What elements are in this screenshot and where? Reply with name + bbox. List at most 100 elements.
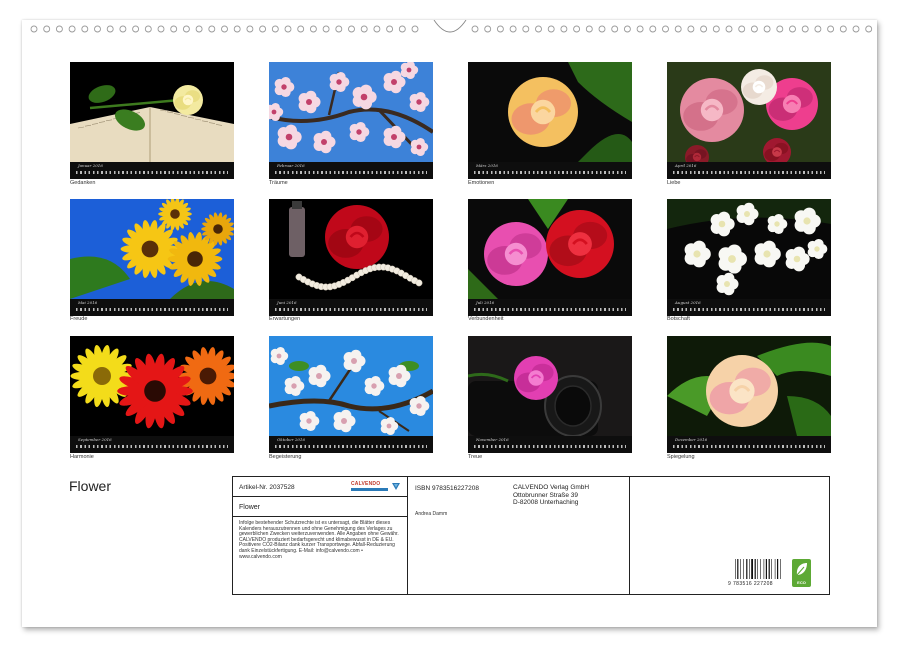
publisher-line: D-82008 Unterhaching — [513, 499, 589, 507]
day-numbers — [673, 445, 825, 448]
day-numbers — [474, 445, 626, 448]
binding-ring — [853, 26, 859, 32]
month-caption: Harmonie — [70, 454, 94, 460]
binding-ring — [510, 26, 516, 32]
month-label: Oktober 2016 — [277, 437, 305, 442]
day-numbers — [76, 171, 228, 174]
month-label: Dezember 2016 — [675, 437, 707, 442]
calendar-strip: April 2016 — [667, 162, 831, 179]
binding-ring — [701, 26, 707, 32]
barcode-bar — [760, 559, 761, 579]
binding-ring — [840, 26, 846, 32]
calendar-strip: Oktober 2016 — [269, 436, 433, 453]
calendar-title: Flower — [69, 478, 111, 494]
month-photo: Mai 2016 — [70, 199, 234, 316]
month-photo: November 2016 — [468, 336, 632, 453]
day-numbers — [275, 308, 427, 311]
month-caption: Begeisterung — [269, 454, 301, 460]
info-right-column: 9 783516 227208 ECO — [630, 477, 829, 594]
month-caption: Verbundenheit — [468, 316, 503, 322]
binding-ring — [764, 26, 770, 32]
binding-ring — [726, 26, 732, 32]
flower-photo — [468, 336, 632, 436]
barcode-bar — [751, 559, 753, 579]
barcode-bar — [766, 559, 767, 579]
binding-ring — [790, 26, 796, 32]
binding-ring — [222, 26, 228, 32]
flower-photo — [667, 62, 831, 162]
month-label: Januar 2016 — [78, 163, 103, 168]
binding-ring — [675, 26, 681, 32]
publisher-line: CALVENDO Verlag GmbH — [513, 484, 589, 492]
brand-name: CALVENDO — [351, 481, 380, 487]
binding-ring — [637, 26, 643, 32]
calendar-sheet: Januar 2016 Gedanken Februar 2016Träume Mär… — [22, 20, 877, 627]
month-label: Juli 2016 — [476, 300, 494, 305]
barcode-bar — [737, 559, 738, 579]
binding-ring — [349, 26, 355, 32]
binding-ring — [536, 26, 542, 32]
month-label: November 2016 — [476, 437, 509, 442]
day-numbers — [673, 171, 825, 174]
barcode-bar — [743, 559, 744, 579]
binding-ring — [56, 26, 62, 32]
info-left-column: Artikel-Nr. 2037528 CALVENDO Flower Info… — [233, 477, 408, 594]
month-label: Mai 2016 — [78, 300, 97, 305]
day-numbers — [275, 445, 427, 448]
binding-ring — [260, 26, 266, 32]
flower-photo — [269, 199, 433, 299]
leaf-icon — [792, 559, 811, 579]
binding-ring — [688, 26, 694, 32]
binding-ring — [272, 26, 278, 32]
binding-ring — [561, 26, 567, 32]
month-caption: Träume — [269, 180, 288, 186]
day-numbers — [474, 171, 626, 174]
month-caption: Gedanken — [70, 180, 95, 186]
day-numbers — [76, 308, 228, 311]
binding-ring — [171, 26, 177, 32]
month-photo: September 2016 — [70, 336, 234, 453]
spiral-binding — [22, 20, 877, 40]
binding-ring — [586, 26, 592, 32]
month-photo: Februar 2016 — [269, 62, 433, 179]
month-caption: Freude — [70, 316, 87, 322]
binding-ring — [777, 26, 783, 32]
barcode-bar — [749, 559, 750, 579]
month-label: September 2016 — [78, 437, 112, 442]
month-caption: Emotionen — [468, 180, 494, 186]
binding-ring — [44, 26, 50, 32]
brand-logo-icon — [391, 481, 401, 491]
month-label: August 2016 — [675, 300, 701, 305]
binding-ring — [209, 26, 215, 32]
binding-ring — [82, 26, 88, 32]
binding-ring — [247, 26, 253, 32]
barcode-bar — [755, 559, 756, 579]
brand-underline — [351, 488, 388, 491]
binding-ring — [663, 26, 669, 32]
binding-ring — [336, 26, 342, 32]
month-caption: Erwartungen — [269, 316, 300, 322]
article-number: Artikel-Nr. 2037528 — [239, 484, 295, 491]
binding-ring — [612, 26, 618, 32]
binding-ring — [751, 26, 757, 32]
binding-ring — [523, 26, 529, 32]
binding-ring — [650, 26, 656, 32]
binding-ring — [183, 26, 189, 32]
month-photo: Juli 2016 — [468, 199, 632, 316]
month-photo: Januar 2016 — [70, 62, 234, 179]
binding-ring — [31, 26, 37, 32]
product-name: Flower — [239, 504, 260, 511]
flower-photo — [70, 199, 234, 299]
calendar-strip: Mai 2016 — [70, 299, 234, 316]
month-photo: August 2016 — [667, 199, 831, 316]
month-photo: März 2016 — [468, 62, 632, 179]
author-name: Andrea Damm — [415, 511, 447, 517]
barcode-bar — [746, 559, 747, 579]
binding-ring — [399, 26, 405, 32]
binding-ring — [145, 26, 151, 32]
barcode-number: 9 783516 227208 — [728, 581, 773, 587]
binding-ring — [599, 26, 605, 32]
binding-ring — [485, 26, 491, 32]
publisher-line: Ottobrunner Straße 39 — [513, 492, 589, 500]
binding-ring — [133, 26, 139, 32]
